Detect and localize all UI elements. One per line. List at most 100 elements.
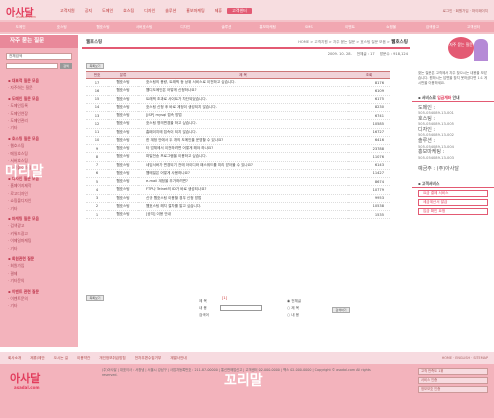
category-tab[interactable]: SMS bbox=[288, 22, 329, 32]
category-tab[interactable]: 검색광고 bbox=[412, 22, 453, 32]
table-row[interactable]: 3 웹호스팅 신규 웹호스팅 이용할 경우 신청 방법 9953 bbox=[86, 194, 390, 203]
sidebar-item[interactable]: · 홈페이지제작 bbox=[8, 182, 78, 189]
category-tab[interactable]: 이벤트 bbox=[329, 22, 370, 32]
sidebar-item[interactable]: · 검색광고 bbox=[8, 222, 78, 229]
top-nav-item[interactable]: 고객센터 bbox=[227, 8, 252, 14]
row-subject-link[interactable]: 홈페이지에 접속이 되지 않습니다. bbox=[138, 128, 348, 137]
top-nav-item[interactable]: 제휴 bbox=[210, 8, 227, 14]
sidebar-item[interactable]: · 결제 bbox=[8, 270, 78, 277]
sidebar-item[interactable]: · 도메인관리 bbox=[8, 117, 78, 124]
table-row[interactable]: 12 웹호스팅 호스팅 명의변경을 하고 싶습니다. 10585 bbox=[86, 119, 390, 129]
table-row[interactable]: 4 웹호스팅 FTP나 Telnet의 ID가 바로 생성되나요? 10779 bbox=[86, 185, 390, 195]
breadcrumb-path[interactable]: HOME > 고객지원 > 자주 묻는 질문 > 호스팅 질문 모음 > bbox=[298, 40, 390, 44]
row-subject-link[interactable]: [공지] 이용 안내 bbox=[138, 210, 348, 220]
row-subject-link[interactable]: 웹메일은 어떻게 사용하나요? bbox=[138, 169, 348, 179]
row-subject-link[interactable]: 웹호스팅 해지 절차를 알고 싶습니다. bbox=[138, 202, 348, 212]
board-search-input[interactable] bbox=[220, 305, 262, 311]
footer-link[interactable]: 오시는 길 bbox=[54, 356, 68, 361]
sidebar-group-heading[interactable]: ▪ 회원관련 질문 bbox=[8, 255, 78, 262]
certification-badge[interactable]: 정보보호 인증 bbox=[418, 386, 488, 393]
table-row[interactable]: 10 웹호스팅 한 계정 안에서 두 개의 도메인을 운영할 수 있나요? 6416 bbox=[86, 136, 390, 146]
row-subject-link[interactable]: 한 계정 안에서 두 개의 도메인을 운영할 수 있나요? bbox=[138, 136, 348, 146]
row-subject-link[interactable]: 웹디도메인은 어떻게 신청하나요? bbox=[138, 86, 348, 96]
row-subject-link[interactable]: 호스팅의 용량, 트래픽 등 상위 서비스로 이전하고 싶습니다. bbox=[138, 78, 348, 88]
table-row[interactable]: 7 웹호스팅 네임서버가 변경되기 전에 아이디와 패스워드를 미리 받아볼 수 있… bbox=[86, 161, 390, 170]
category-tab[interactable]: 호스팅 bbox=[41, 22, 82, 32]
sidebar-group-heading[interactable]: ▪ 도메인 질문 모음 bbox=[8, 95, 78, 102]
list-button-top[interactable]: 목록보기 bbox=[86, 63, 104, 69]
sidebar-item[interactable]: · 도메인연장 bbox=[8, 110, 78, 117]
sidebar-search-input[interactable] bbox=[6, 63, 58, 69]
sidebar-item[interactable]: · 키워드광고 bbox=[8, 230, 78, 237]
logo[interactable]: 아사달 asadal.com bbox=[6, 4, 48, 19]
sidebar-group-heading[interactable]: ▪ 마케팅 질문 모음 bbox=[8, 215, 78, 222]
footer-link[interactable]: 개인정보취급방침 bbox=[99, 356, 125, 361]
footer-logo[interactable]: 아사달 asadal.com bbox=[10, 370, 40, 390]
category-tab[interactable]: 서버호스팅 bbox=[124, 22, 165, 32]
list-button-bottom[interactable]: 목록보기 bbox=[86, 295, 104, 301]
sidebar-item[interactable]: · 기타 bbox=[8, 124, 78, 131]
service-link[interactable]: 입금 확인 요청 bbox=[418, 207, 488, 215]
sidebar-item[interactable]: · 웹호스팅 bbox=[8, 142, 78, 149]
top-nav-item[interactable]: 호스팅 bbox=[118, 8, 139, 14]
row-subject-link[interactable]: 신규 웹호스팅 이용할 경우 신청 방법 bbox=[138, 194, 348, 203]
sidebar-item[interactable]: · 기타문의 bbox=[8, 277, 78, 284]
top-nav-item[interactable]: 공지 bbox=[80, 8, 97, 14]
row-subject-link[interactable]: 호스팅 명의변경을 하고 싶습니다. bbox=[138, 119, 348, 129]
table-row[interactable]: 11 웹호스팅 홈페이지에 접속이 되지 않습니다. 16727 bbox=[86, 128, 390, 137]
table-row[interactable]: 1 웹호스팅 [공지] 이용 안내 1535 bbox=[86, 210, 390, 220]
category-tab[interactable]: 도메인 bbox=[0, 22, 41, 32]
row-subject-link[interactable]: [JSP] mysql 접속 방법 bbox=[138, 111, 348, 121]
sidebar-group-heading[interactable]: ▪ 이벤트 관련 질문 bbox=[8, 288, 78, 295]
footer-link[interactable]: 전자우편수집거부 bbox=[135, 356, 161, 361]
sidebar-item[interactable]: · 회원가입 bbox=[8, 262, 78, 269]
row-subject-link[interactable]: 호스팅 신청 후 바로 계정이 생성되지 않습니다. bbox=[138, 103, 348, 113]
service-link[interactable]: 요금 결제 서비스 bbox=[418, 189, 488, 197]
sidebar-item[interactable]: · 이벤트문의 bbox=[8, 295, 78, 302]
service-link[interactable]: 세금계산서 발급 bbox=[418, 198, 488, 206]
category-tab[interactable]: 홍보마케팅 bbox=[247, 22, 288, 32]
category-tab[interactable]: 고객센터 bbox=[453, 22, 494, 32]
category-tab[interactable]: 디자인 bbox=[165, 22, 206, 32]
footer-link[interactable]: 계열사안내 bbox=[170, 356, 187, 361]
row-subject-link[interactable]: 파일전송 프로그램을 이용하고 싶습니다. bbox=[138, 152, 348, 162]
certification-badge[interactable]: 서비스 인증 bbox=[418, 377, 488, 384]
sidebar-search-button[interactable]: 검색 bbox=[60, 63, 72, 69]
search-option-content[interactable]: ○ 내 용 bbox=[287, 313, 299, 318]
sidebar-item[interactable]: · 도메인등록 bbox=[8, 102, 78, 109]
top-nav-item[interactable]: 고객지원 bbox=[55, 8, 80, 14]
category-tab[interactable]: 솔루션 bbox=[206, 22, 247, 32]
sidebar-group-heading[interactable]: ▪ 호스팅 질문 모음 bbox=[8, 135, 78, 142]
sidebar-item[interactable]: · 쇼핑몰디자인 bbox=[8, 197, 78, 204]
top-nav-item[interactable]: 홍보마케팅 bbox=[181, 8, 209, 14]
search-option-title[interactable]: ○ 제 목 bbox=[287, 306, 299, 311]
sidebar-item[interactable]: · 로고디자인 bbox=[8, 190, 78, 197]
row-subject-link[interactable]: e-mail 계정을 추가하려면? bbox=[138, 177, 348, 187]
top-nav-item[interactable]: 솔루션 bbox=[160, 8, 181, 14]
table-row[interactable]: 16 웹호스팅 웹디도메인은 어떻게 신청하나요? 6109 bbox=[86, 86, 390, 96]
search-scope-select[interactable]: 전체검색 bbox=[6, 53, 72, 60]
table-row[interactable]: 9 웹호스팅 타 업체에서 이전하려면 어떻게 해야 하나요? 23788 bbox=[86, 144, 390, 154]
search-option-all[interactable]: ◉ 전체글 bbox=[287, 299, 301, 304]
sidebar-item[interactable]: · 자주하는 질문 bbox=[8, 84, 78, 91]
table-row[interactable]: 15 웹호스팅 트래픽 초과로 사이트가 차단되었습니다. 6175 bbox=[86, 95, 390, 104]
top-nav-item[interactable]: 디자인 bbox=[139, 8, 160, 14]
sidebar-item[interactable]: · 기타 bbox=[8, 245, 78, 252]
table-row[interactable]: 14 웹호스팅 호스팅 신청 후 바로 계정이 생성되지 않습니다. 8230 bbox=[86, 103, 390, 113]
sidebar-item[interactable]: · 이메일마케팅 bbox=[8, 237, 78, 244]
sidebar-item[interactable]: · 기타 bbox=[8, 302, 78, 309]
table-row[interactable]: 2 웹호스팅 웹호스팅 해지 절차를 알고 싶습니다. 10538 bbox=[86, 202, 390, 212]
sidebar-item[interactable]: · 기타 bbox=[8, 205, 78, 212]
row-subject-link[interactable]: FTP나 Telnet의 ID가 바로 생성되나요? bbox=[138, 185, 348, 195]
sidebar-item[interactable]: · 메일호스팅 bbox=[8, 150, 78, 157]
table-row[interactable]: 6 웹호스팅 웹메일은 어떻게 사용하나요? 11427 bbox=[86, 169, 390, 179]
footer-right-links[interactable]: HOME · ENGLISH · SITEMAP bbox=[442, 356, 494, 360]
category-tab[interactable]: 쇼핑몰 bbox=[371, 22, 412, 32]
category-tab[interactable]: 웹호스팅 bbox=[82, 22, 123, 32]
table-row[interactable]: 13 웹호스팅 [JSP] mysql 접속 방법 6741 bbox=[86, 111, 390, 121]
row-subject-link[interactable]: 트래픽 초과로 사이트가 차단되었습니다. bbox=[138, 95, 348, 104]
table-row[interactable]: 5 웹호스팅 e-mail 계정을 추가하려면? 8674 bbox=[86, 177, 390, 187]
table-row[interactable]: 8 웹호스팅 파일전송 프로그램을 이용하고 싶습니다. 11076 bbox=[86, 152, 390, 162]
sidebar-group-heading[interactable]: ▪ 대표적 질문 모음 bbox=[8, 77, 78, 84]
table-row[interactable]: 17 웹호스팅 호스팅의 용량, 트래픽 등 상위 서비스로 이전하고 싶습니다. 8… bbox=[86, 78, 390, 88]
